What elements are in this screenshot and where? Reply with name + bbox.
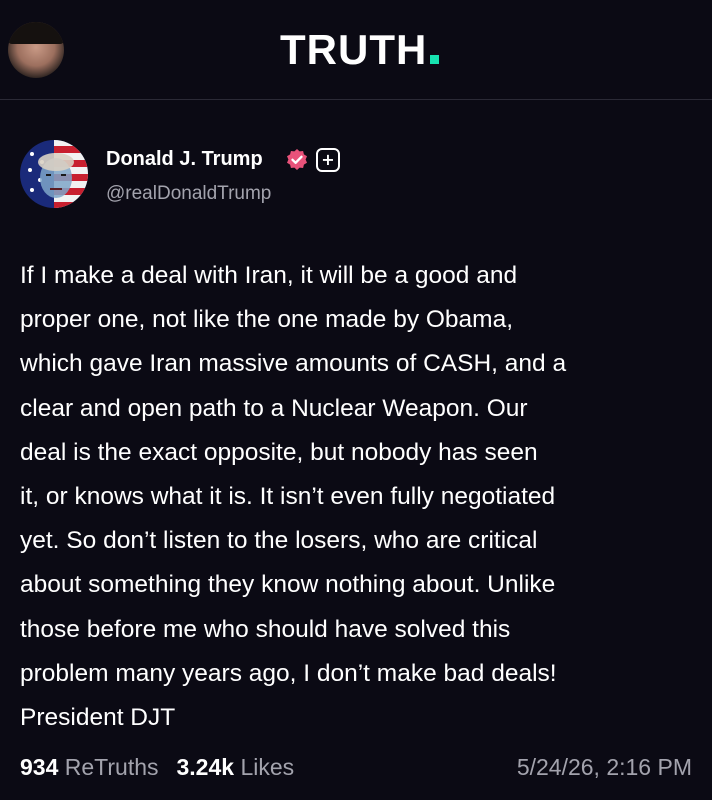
avatar-hair-decoration [8, 22, 64, 44]
likes-label[interactable]: Likes [240, 754, 294, 780]
verified-badge-icon [287, 149, 307, 170]
truth-logo[interactable]: TRUTH [280, 26, 440, 74]
plus-badge-icon: + [316, 148, 340, 172]
author-handle[interactable]: @realDonaldTrump [106, 181, 271, 207]
retruths-count[interactable]: 934 [20, 754, 58, 780]
post-body: If I make a deal with Iran, it will be a… [20, 262, 567, 732]
post-timestamp[interactable]: 5/24/26, 2:16 PM [517, 752, 692, 782]
author-avatar[interactable] [20, 140, 88, 208]
author-avatar-image [20, 140, 88, 208]
logo-text: TRUTH [280, 26, 428, 73]
viewer-avatar[interactable] [8, 22, 64, 78]
top-bar: TRUTH [0, 0, 712, 100]
author-name[interactable]: Donald J. Trump [106, 146, 263, 172]
post-stats: 934 ReTruths 3.24k Likes [20, 752, 294, 782]
likes-count[interactable]: 3.24k [177, 754, 235, 780]
logo-dot [430, 55, 440, 64]
retruths-label[interactable]: ReTruths [65, 754, 159, 780]
